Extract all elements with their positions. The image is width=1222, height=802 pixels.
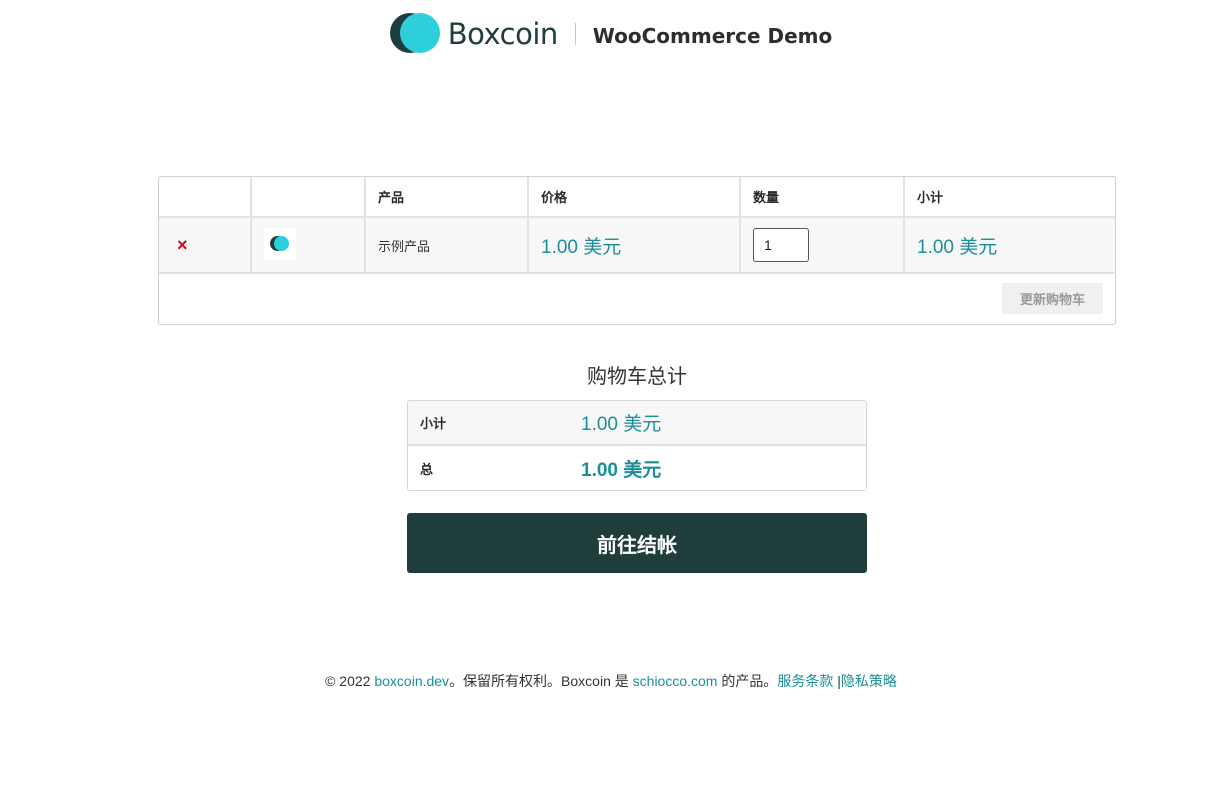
cart-table-container: 产品 价格 数量 小计 × 示例产品 1.00 美元 1 1.00 美元 更新购… — [158, 176, 1116, 325]
column-header-subtotal: 小计 — [904, 177, 1115, 218]
column-header-product: 产品 — [365, 177, 529, 218]
site-header: Boxcoin WooCommerce Demo — [0, 12, 1222, 56]
totals-total-row: 总 1.00 美元 — [408, 446, 866, 490]
remove-cell: × — [159, 217, 252, 274]
header-divider — [574, 23, 576, 45]
product-price: 1.00 美元 — [541, 236, 622, 258]
remove-item-button[interactable]: × — [171, 235, 188, 255]
footer-site-link[interactable]: boxcoin.dev — [374, 673, 449, 689]
footer-privacy-link[interactable]: 隐私策略 — [841, 673, 897, 689]
column-header-thumbnail — [251, 177, 366, 218]
totals-subtotal-row: 小计 1.00 美元 — [408, 401, 866, 446]
column-header-quantity: 数量 — [740, 177, 905, 218]
totals-subtotal-value: 1.00 美元 — [581, 414, 662, 435]
column-header-price: 价格 — [528, 177, 741, 218]
update-cart-button[interactable]: 更新购物车 — [1002, 283, 1103, 314]
product-cell: 示例产品 — [365, 217, 529, 274]
header-subtitle: WooCommerce Demo — [592, 23, 833, 48]
totals-subtotal-label: 小计 — [420, 416, 447, 431]
totals-total-label: 总 — [420, 461, 434, 477]
cart-totals-table: 小计 1.00 美元 总 1.00 美元 — [407, 400, 867, 491]
cart-totals-title: 购物车总计 — [587, 366, 687, 388]
cart-actions: 更新购物车 — [159, 274, 1115, 324]
boxcoin-logo-icon — [389, 13, 442, 55]
subtotal-cell: 1.00 美元 — [904, 217, 1115, 274]
thumbnail-cell — [251, 217, 366, 274]
proceed-to-checkout-button[interactable]: 前往结帐 — [407, 513, 867, 573]
footer-company-link[interactable]: schiocco.com — [633, 673, 718, 689]
quantity-cell — [740, 217, 905, 274]
boxcoin-logo[interactable]: Boxcoin — [389, 13, 559, 55]
cart-item-row: × 示例产品 1.00 美元 1.00 美元 — [159, 217, 1115, 274]
cart-table: 产品 价格 数量 小计 × 示例产品 1.00 美元 1 1.00 美元 — [159, 177, 1115, 274]
footer-copyright: © 2022 — [325, 673, 375, 689]
footer-terms-link[interactable]: 服务条款 — [777, 673, 833, 689]
price-cell: 1.00 美元 — [528, 217, 741, 274]
footer-rights-text: 。保留所有权利。Boxcoin 是 — [449, 673, 633, 689]
cart-header-row: 产品 价格 数量 小计 — [159, 177, 1115, 218]
footer-product-text: 的产品。 — [717, 673, 778, 689]
product-name-link[interactable]: 示例产品 — [378, 239, 430, 254]
logo-text: Boxcoin — [447, 17, 559, 51]
totals-total-value: 1.00 美元 — [581, 459, 662, 481]
item-subtotal: 1.00 美元 — [917, 236, 998, 258]
footer-separator: | — [833, 673, 841, 689]
column-header-remove — [159, 177, 252, 218]
product-thumbnail[interactable] — [264, 228, 296, 260]
quantity-input[interactable] — [753, 228, 809, 262]
site-footer: © 2022 boxcoin.dev。保留所有权利。Boxcoin 是 schi… — [0, 671, 1222, 691]
